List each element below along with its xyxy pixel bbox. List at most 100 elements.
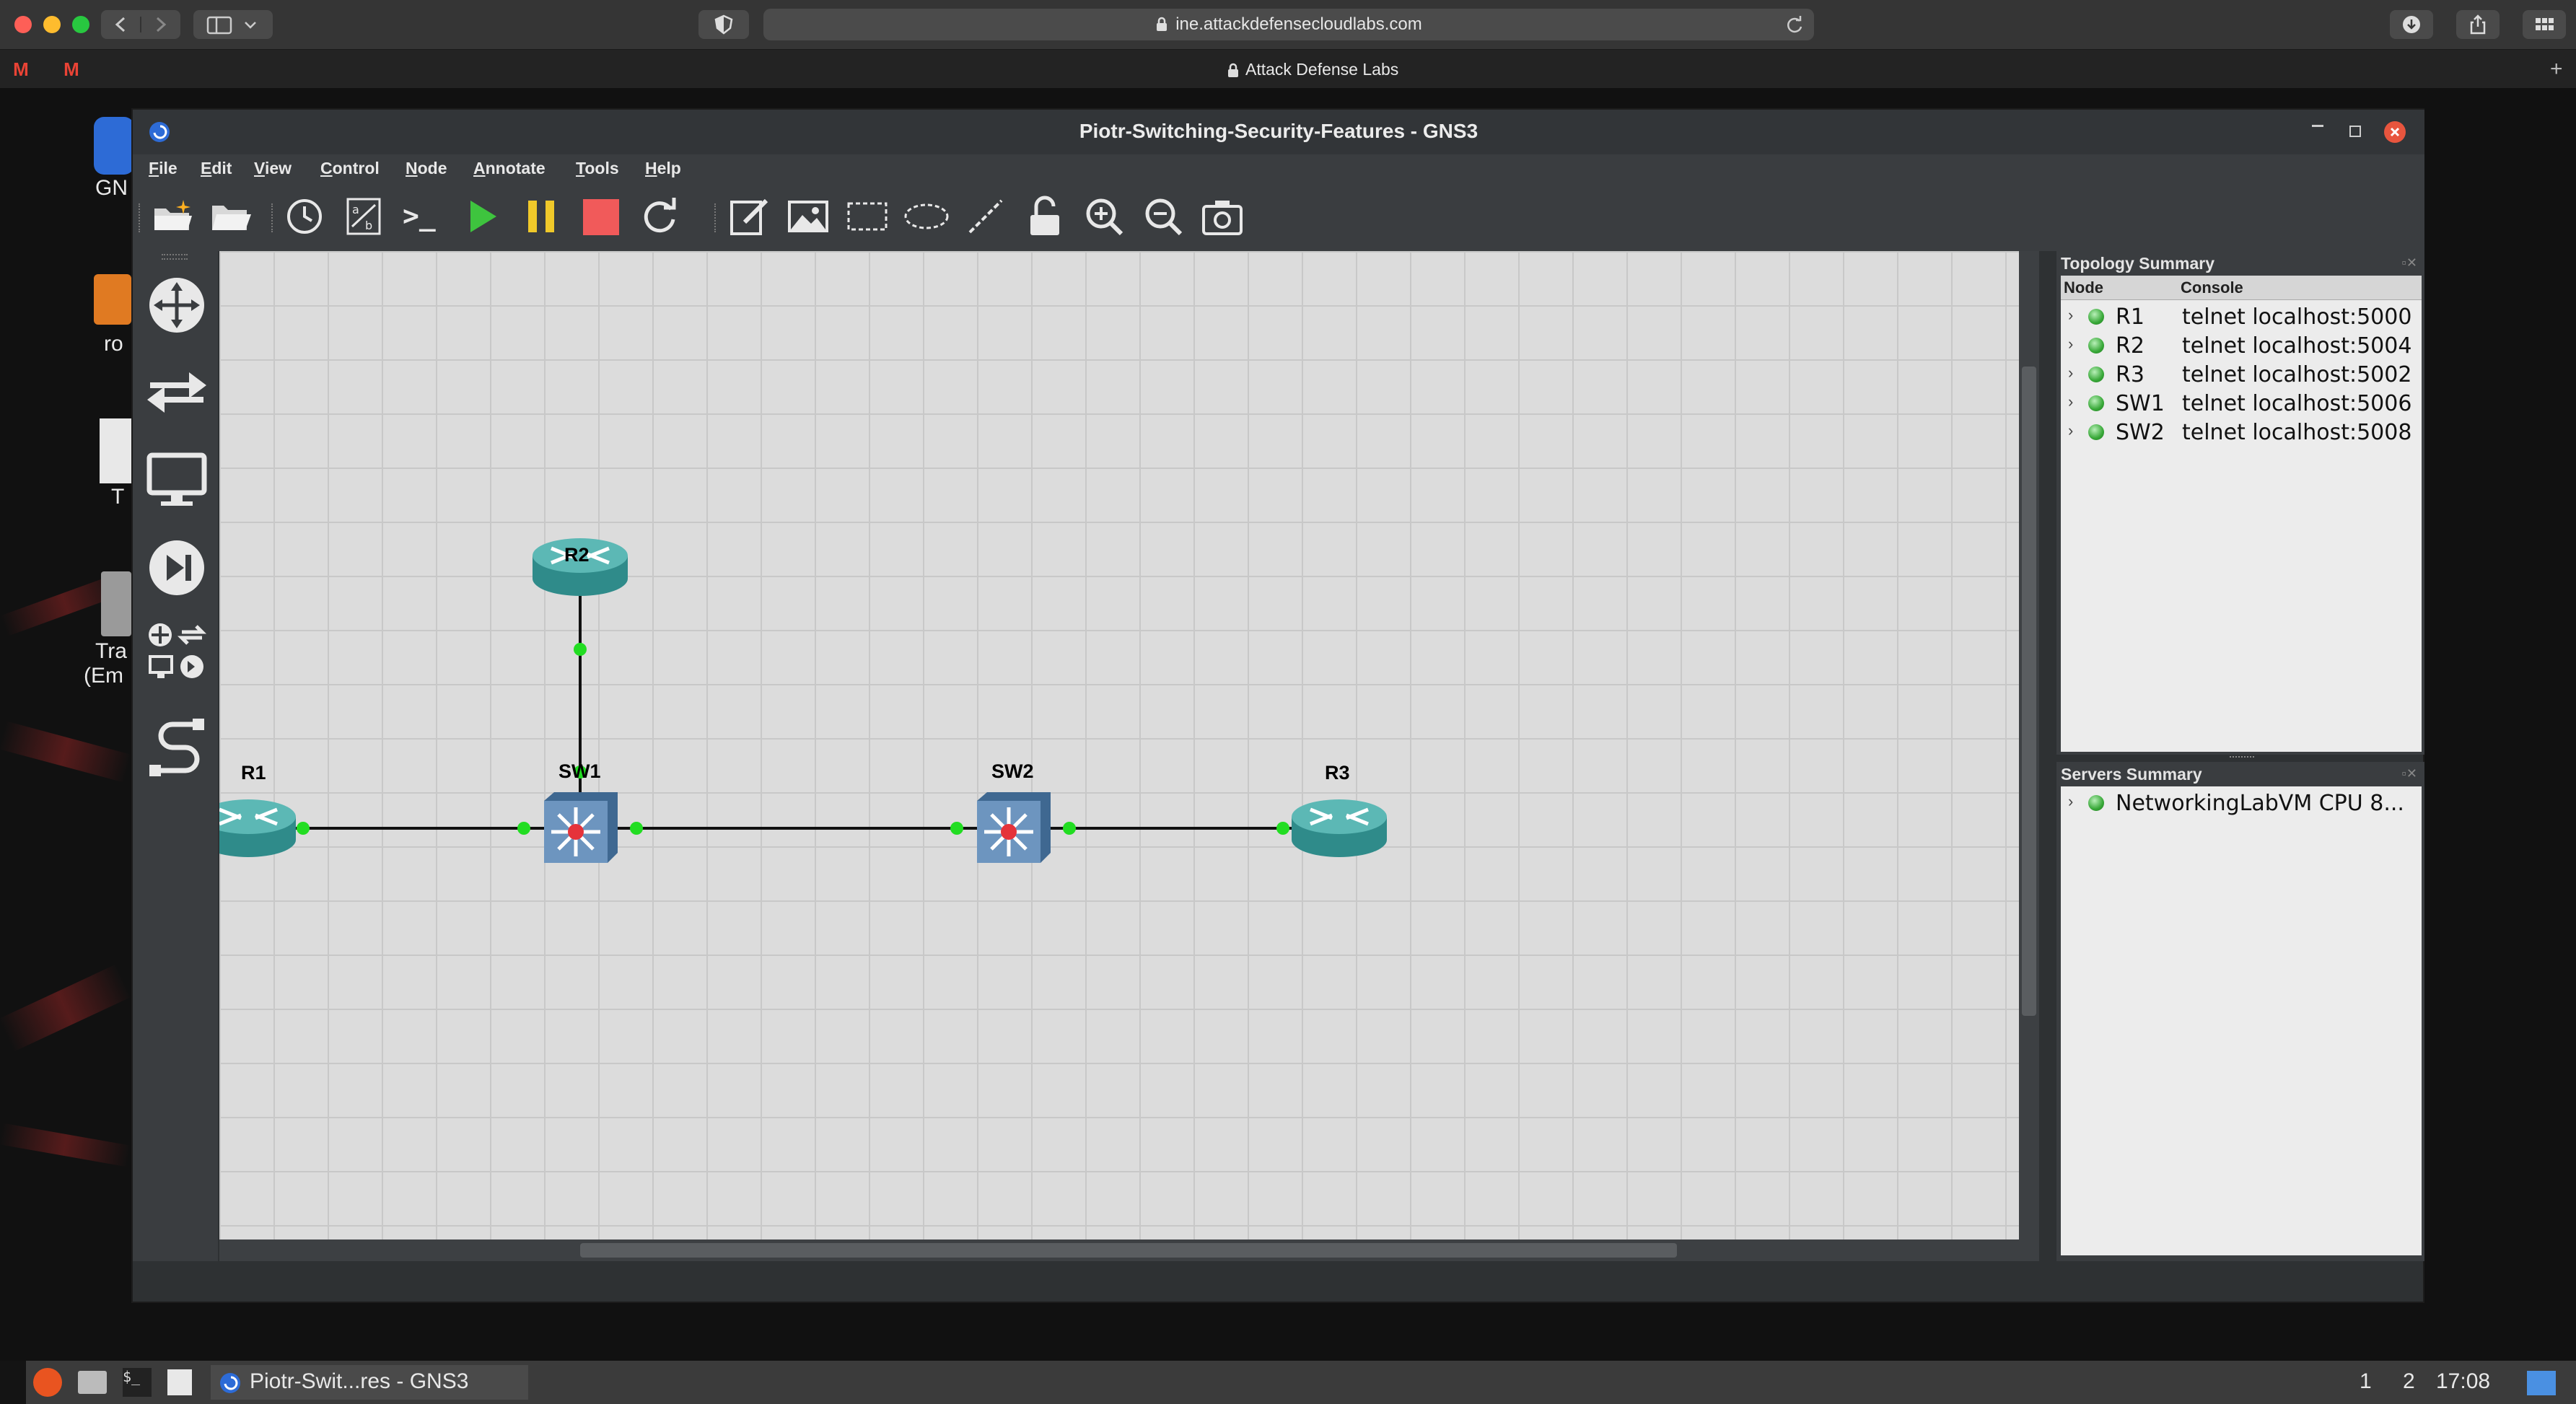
- back-forward-buttons[interactable]: [101, 10, 180, 39]
- node-label-r2[interactable]: R2: [564, 544, 590, 566]
- trash-desktop-icon[interactable]: [101, 571, 131, 636]
- downloads-button[interactable]: [2390, 10, 2433, 39]
- add-note-button[interactable]: [726, 193, 772, 240]
- menu-view[interactable]: View: [254, 159, 292, 178]
- lock-items-button[interactable]: [1022, 193, 1068, 240]
- expand-arrow-icon[interactable]: ›: [2068, 364, 2073, 382]
- snapshot-history-button[interactable]: [281, 193, 328, 240]
- new-tab-icon[interactable]: +: [2550, 57, 2563, 82]
- menu-help[interactable]: Help: [645, 159, 681, 178]
- draw-ellipse-button[interactable]: [903, 193, 950, 240]
- new-project-button[interactable]: [150, 193, 196, 240]
- topology-canvas[interactable]: R2 R1 SW1 SW2 R3: [219, 251, 2019, 1240]
- workspace-1[interactable]: 1: [2360, 1369, 2372, 1394]
- reload-icon[interactable]: [1785, 16, 1804, 35]
- expand-arrow-icon[interactable]: ›: [2068, 421, 2073, 440]
- folder-desktop-icon[interactable]: [94, 274, 131, 325]
- file-manager-icon[interactable]: [78, 1371, 107, 1394]
- browse-routers-button[interactable]: [144, 273, 209, 338]
- tab-overview-button[interactable]: [2523, 10, 2566, 39]
- privacy-shield-button[interactable]: [698, 10, 749, 39]
- link-status-dot[interactable]: [1276, 822, 1289, 835]
- topology-row[interactable]: › SW2 telnet localhost:5008: [2061, 417, 2422, 446]
- link-status-dot[interactable]: [630, 822, 643, 835]
- column-node[interactable]: Node: [2064, 278, 2103, 297]
- node-label-r1[interactable]: R1: [241, 762, 266, 784]
- node-label-sw1[interactable]: SW1: [558, 760, 601, 783]
- window-titlebar[interactable]: Piotr-Switching-Security-Features - GNS3: [133, 110, 2424, 154]
- browse-security-devices-button[interactable]: [144, 535, 209, 600]
- sidebar-toggle-button[interactable]: [193, 10, 273, 39]
- horizontal-scroll-thumb[interactable]: [580, 1243, 1677, 1258]
- close-icon[interactable]: [2384, 121, 2406, 143]
- link-status-dot[interactable]: [517, 822, 530, 835]
- browse-switches-button[interactable]: [144, 361, 209, 426]
- gns3-desktop-icon[interactable]: [94, 117, 134, 175]
- menu-tools[interactable]: Tools: [576, 159, 619, 178]
- panel-splitter[interactable]: [2230, 756, 2254, 760]
- vertical-scroll-thumb[interactable]: [2022, 367, 2036, 1016]
- notification-icon[interactable]: [2527, 1371, 2556, 1395]
- reload-all-button[interactable]: [636, 193, 683, 240]
- text-editor-icon[interactable]: [167, 1369, 192, 1395]
- link-status-dot[interactable]: [1063, 822, 1076, 835]
- expand-arrow-icon[interactable]: ›: [2068, 792, 2073, 811]
- stop-all-button[interactable]: [577, 193, 623, 240]
- expand-arrow-icon[interactable]: ›: [2068, 306, 2073, 325]
- menu-edit[interactable]: Edit: [201, 159, 232, 178]
- zoom-out-button[interactable]: [1140, 193, 1186, 240]
- zoom-window-button[interactable]: [72, 16, 89, 33]
- topology-row[interactable]: › R1 telnet localhost:5000: [2061, 302, 2422, 330]
- draw-rectangle-button[interactable]: [844, 193, 890, 240]
- insert-picture-button[interactable]: [785, 193, 831, 240]
- menu-control[interactable]: Control: [320, 159, 380, 178]
- address-bar[interactable]: ine.attackdefensecloudlabs.com: [763, 9, 1814, 40]
- minimize-window-button[interactable]: [43, 16, 61, 33]
- add-link-button[interactable]: [144, 714, 209, 779]
- canvas-vertical-scrollbar[interactable]: [2019, 251, 2039, 1240]
- zoom-in-button[interactable]: [1081, 193, 1127, 240]
- suspend-all-button[interactable]: [518, 193, 564, 240]
- column-console[interactable]: Console: [2181, 278, 2243, 297]
- gmail-favicon-icon[interactable]: M: [10, 58, 32, 80]
- start-all-button[interactable]: [459, 193, 505, 240]
- document-desktop-icon[interactable]: [100, 418, 131, 483]
- menu-annotate[interactable]: Annotate: [473, 159, 546, 178]
- node-r3[interactable]: [1292, 799, 1387, 857]
- menu-node[interactable]: Node: [406, 159, 447, 178]
- ubuntu-menu-icon[interactable]: [33, 1368, 62, 1397]
- screenshot-button[interactable]: [1199, 193, 1245, 240]
- expand-arrow-icon[interactable]: ›: [2068, 335, 2073, 354]
- node-r1[interactable]: [219, 799, 296, 857]
- gmail-favicon-icon[interactable]: M: [61, 58, 82, 80]
- link-status-dot[interactable]: [297, 822, 310, 835]
- tab-title[interactable]: Attack Defense Labs: [1227, 60, 1398, 79]
- menu-file[interactable]: File: [149, 159, 178, 178]
- dock-float-close-icon[interactable]: ▫✕: [2402, 255, 2417, 271]
- node-label-sw2[interactable]: SW2: [991, 760, 1034, 783]
- link-status-dot[interactable]: [574, 643, 587, 656]
- node-sw1[interactable]: [544, 792, 618, 863]
- show-interface-labels-button[interactable]: ab: [341, 193, 387, 240]
- topology-row[interactable]: › R3 telnet localhost:5002: [2061, 359, 2422, 388]
- server-row[interactable]: › NetworkingLabVM CPU 8...: [2061, 788, 2422, 817]
- workspace-2[interactable]: 2: [2403, 1369, 2415, 1394]
- terminal-icon[interactable]: $_: [123, 1368, 152, 1397]
- topology-row[interactable]: › SW1 telnet localhost:5006: [2061, 388, 2422, 417]
- browse-end-devices-button[interactable]: [144, 447, 209, 512]
- share-button[interactable]: [2456, 10, 2500, 39]
- open-project-button[interactable]: [208, 193, 254, 240]
- canvas-horizontal-scrollbar[interactable]: [219, 1240, 2039, 1261]
- dock-float-close-icon[interactable]: ▫✕: [2402, 766, 2417, 781]
- expand-arrow-icon[interactable]: ›: [2068, 392, 2073, 411]
- close-window-button[interactable]: [14, 16, 32, 33]
- console-all-button[interactable]: >_: [401, 193, 447, 240]
- browse-all-devices-button[interactable]: [144, 619, 209, 684]
- link-status-dot[interactable]: [950, 822, 963, 835]
- maximize-icon[interactable]: [2349, 126, 2361, 137]
- node-sw2[interactable]: [977, 792, 1051, 863]
- draw-line-button[interactable]: [963, 193, 1009, 240]
- minimize-icon[interactable]: [2312, 124, 2323, 127]
- topology-row[interactable]: › R2 telnet localhost:5004: [2061, 330, 2422, 359]
- node-label-r3[interactable]: R3: [1325, 762, 1350, 784]
